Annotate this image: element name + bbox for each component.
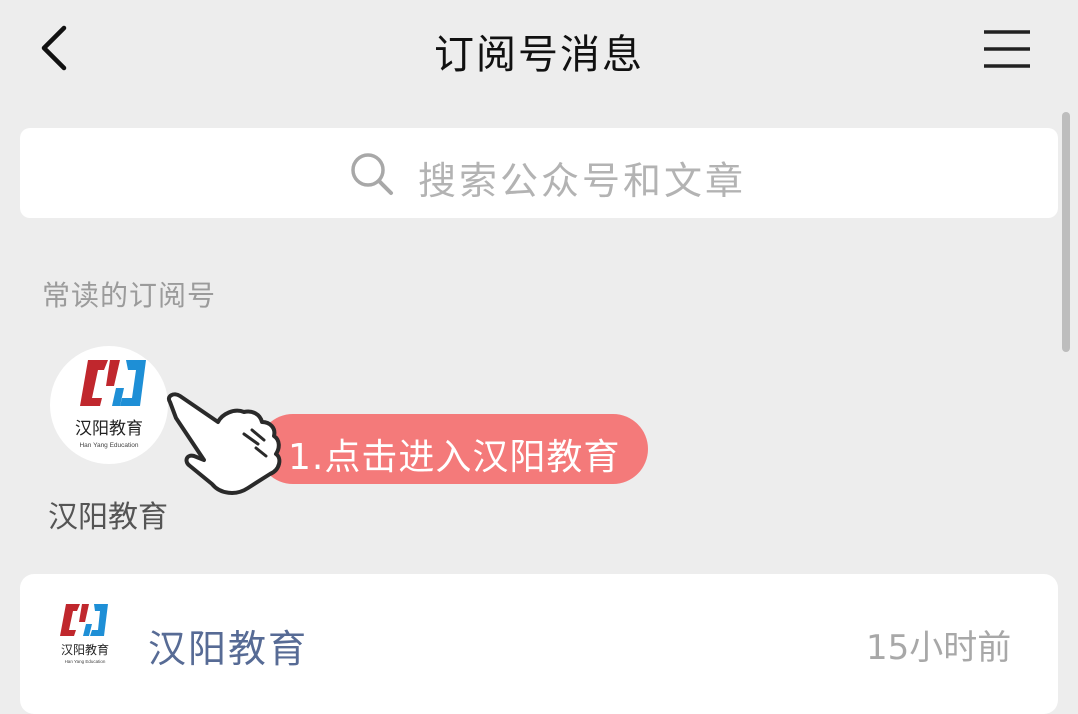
search-placeholder: 搜索公众号和文章 xyxy=(418,159,747,203)
message-avatar: 汉阳教育 Han Yang Education xyxy=(50,600,120,670)
hamburger-menu-icon[interactable] xyxy=(978,26,1034,72)
logo-english-text: Han Yang Education xyxy=(79,442,138,449)
pointing-hand-icon xyxy=(167,392,282,495)
logo-english-text: Han Yang Education xyxy=(65,659,106,664)
search-icon xyxy=(351,153,393,195)
logo-chinese-text: 汉阳教育 xyxy=(61,642,109,657)
frequent-account-item[interactable]: 汉阳教育 Han Yang Education 汉阳教育 xyxy=(40,340,180,540)
account-avatar[interactable]: 汉阳教育 Han Yang Education xyxy=(50,346,168,464)
logo-chinese-text: 汉阳教育 xyxy=(75,419,143,439)
frequent-section-label: 常读的订阅号 xyxy=(42,279,217,312)
scrollbar[interactable] xyxy=(1062,112,1070,352)
search-bar[interactable]: 搜索公众号和文章 xyxy=(20,128,1058,218)
message-card[interactable]: 汉阳教育 Han Yang Education 汉阳教育 15小时前 xyxy=(20,574,1058,714)
message-account-name: 汉阳教育 xyxy=(148,627,309,671)
message-timestamp: 15小时前 xyxy=(866,628,1012,668)
nav-bar: 订阅号消息 xyxy=(0,0,1078,100)
tooltip-text: 1.点击进入汉阳教育 xyxy=(288,437,621,478)
han-yang-logo-icon: 汉阳教育 Han Yang Education xyxy=(60,604,109,664)
page-title: 订阅号消息 xyxy=(434,32,644,78)
han-yang-logo-icon: 汉阳教育 Han Yang Education xyxy=(75,360,146,449)
account-name: 汉阳教育 xyxy=(48,500,168,535)
tutorial-tooltip: 1.点击进入汉阳教育 xyxy=(258,414,648,484)
